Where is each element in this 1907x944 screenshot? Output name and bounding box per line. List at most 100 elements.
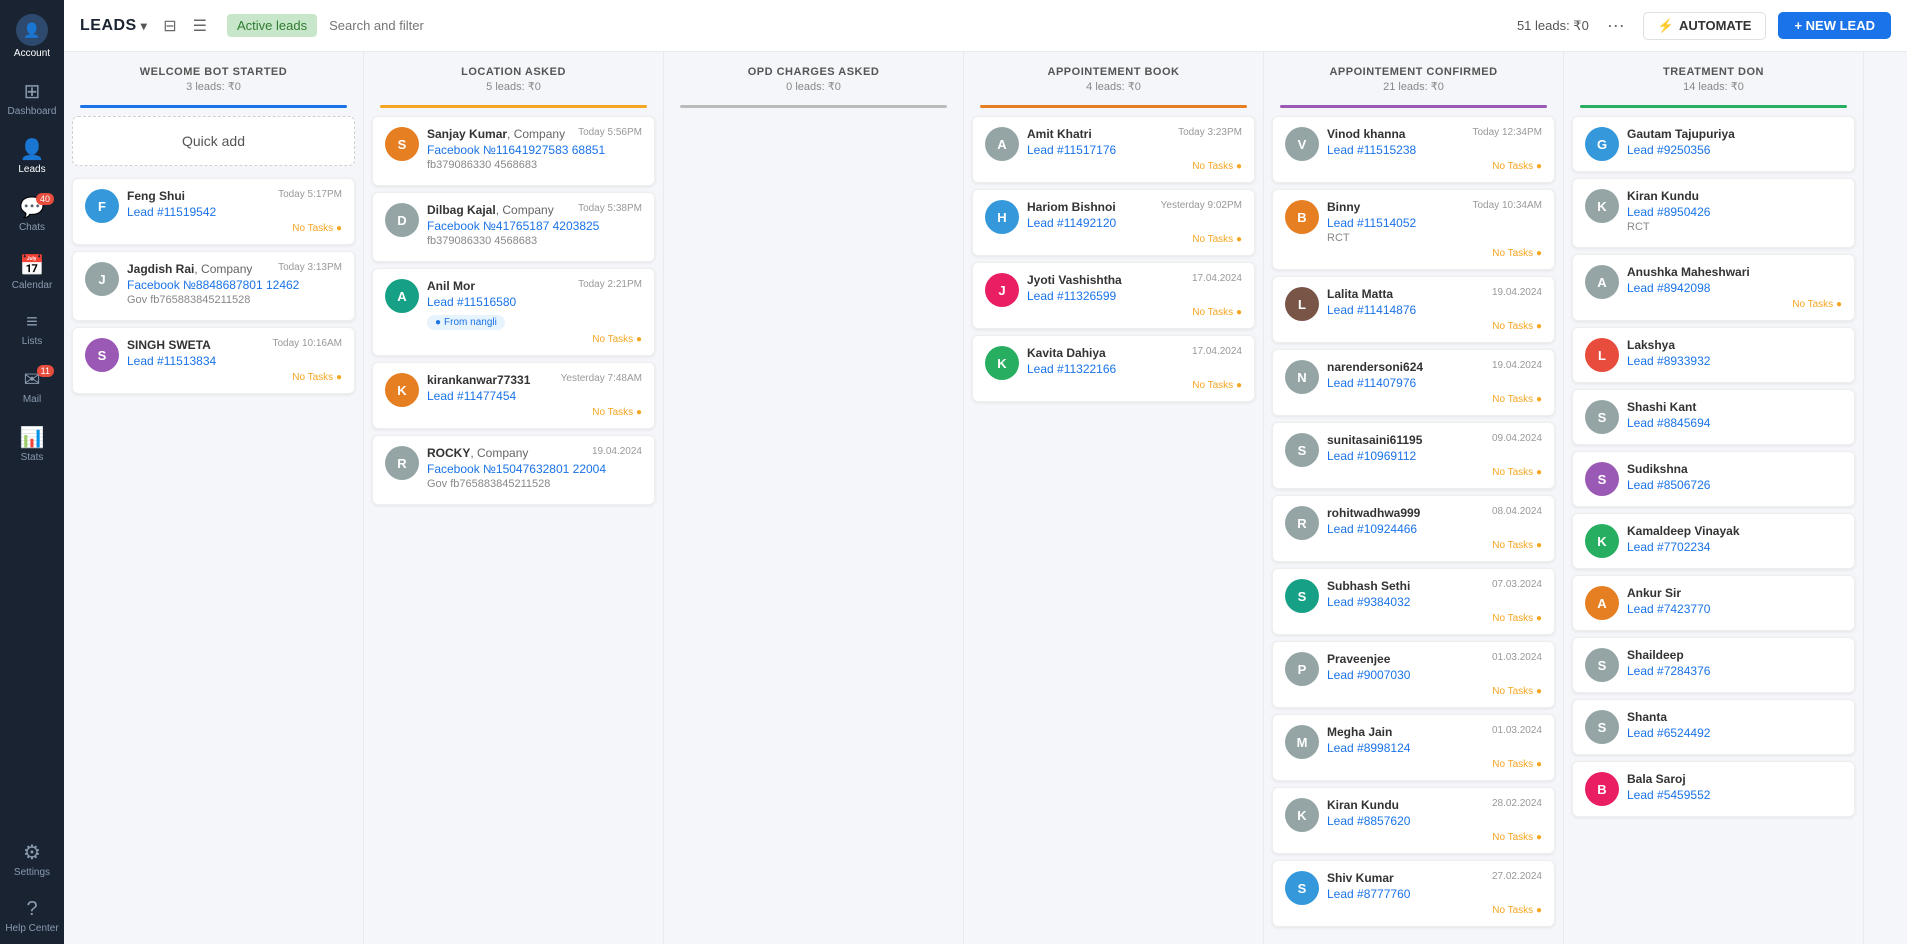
- list-item[interactable]: S Subhash Sethi 07.03.2024 Lead #9384032…: [1272, 568, 1555, 635]
- sidebar-item-chats[interactable]: 💬 40 Chats: [0, 185, 64, 243]
- list-item[interactable]: K Kiran Kundu Lead #8950426 RCT: [1572, 178, 1855, 248]
- card-header: Anil Mor Today 2:21PM: [427, 279, 642, 293]
- list-item[interactable]: S Sudikshna Lead #8506726: [1572, 451, 1855, 507]
- sidebar-label-leads: Leads: [18, 164, 45, 175]
- card-sub: Gov fb765883845211528: [427, 478, 642, 490]
- no-tasks: No Tasks ●: [1192, 161, 1242, 172]
- card-inner: K Kiran Kundu Lead #8950426 RCT: [1585, 189, 1842, 237]
- card-header: SINGH SWETA Today 10:16AM: [127, 338, 342, 352]
- card-time: Today 10:16AM: [273, 338, 343, 349]
- card-lead: Lead #8942098: [1627, 281, 1842, 295]
- list-item[interactable]: A Ankur Sir Lead #7423770: [1572, 575, 1855, 631]
- list-item[interactable]: B Bala Saroj Lead #5459552: [1572, 761, 1855, 817]
- list-item[interactable]: A Amit Khatri Today 3:23PM Lead #1151717…: [972, 116, 1255, 183]
- card-content: Lalita Matta 19.04.2024 Lead #11414876 N…: [1327, 287, 1542, 332]
- list-item[interactable]: L Lalita Matta 19.04.2024 Lead #11414876…: [1272, 276, 1555, 343]
- sidebar-item-calendar[interactable]: 📅 Calendar: [0, 243, 64, 301]
- column-title: TREATMENT DON: [1580, 66, 1847, 78]
- card-inner: A Amit Khatri Today 3:23PM Lead #1151717…: [985, 127, 1242, 172]
- list-item[interactable]: K Kamaldeep Vinayak Lead #7702234: [1572, 513, 1855, 569]
- active-leads-filter-button[interactable]: Active leads: [227, 14, 317, 37]
- list-item[interactable]: V Vinod khanna Today 12:34PM Lead #11515…: [1272, 116, 1555, 183]
- no-tasks: No Tasks ●: [292, 372, 342, 383]
- sidebar-item-dashboard[interactable]: ⊞ Dashboard: [0, 69, 64, 127]
- list-item[interactable]: R rohitwadhwa999 08.04.2024 Lead #109244…: [1272, 495, 1555, 562]
- no-tasks: No Tasks ●: [1492, 613, 1542, 624]
- list-item[interactable]: J Jagdish Rai, Company Today 3:13PM Face…: [72, 251, 355, 321]
- list-item[interactable]: M Megha Jain 01.03.2024 Lead #8998124 No…: [1272, 714, 1555, 781]
- list-item[interactable]: S Sanjay Kumar, Company Today 5:56PM Fac…: [372, 116, 655, 186]
- list-item[interactable]: K kirankanwar77331 Yesterday 7:48AM Lead…: [372, 362, 655, 429]
- list-item[interactable]: A Anil Mor Today 2:21PM Lead #11516580 ●…: [372, 268, 655, 356]
- column-body-treatment-done: G Gautam Tajupuriya Lead #9250356 K: [1564, 108, 1863, 944]
- avatar: V: [1285, 127, 1319, 161]
- list-item[interactable]: A Anushka Maheshwari Lead #8942098 No Ta…: [1572, 254, 1855, 321]
- card-name: Jagdish Rai, Company: [127, 262, 252, 276]
- card-tag: ●From nangli: [427, 315, 505, 330]
- column-body-opd-charges: [664, 108, 963, 944]
- list-item[interactable]: S Shanta Lead #6524492: [1572, 699, 1855, 755]
- new-lead-button[interactable]: + NEW LEAD: [1778, 12, 1891, 39]
- card-time: Yesterday 7:48AM: [561, 373, 642, 384]
- list-item[interactable]: G Gautam Tajupuriya Lead #9250356: [1572, 116, 1855, 172]
- sidebar-label-stats: Stats: [21, 452, 44, 463]
- list-item[interactable]: S Shashi Kant Lead #8845694: [1572, 389, 1855, 445]
- card-time: 28.02.2024: [1492, 798, 1542, 809]
- card-name: Shashi Kant: [1627, 400, 1696, 414]
- sidebar-item-leads[interactable]: 👤 Leads: [0, 127, 64, 185]
- avatar: S: [1285, 433, 1319, 467]
- avatar: K: [985, 346, 1019, 380]
- quick-add-card[interactable]: Quick add: [72, 116, 355, 166]
- avatar: J: [985, 273, 1019, 307]
- card-inner: N narendersoni624 19.04.2024 Lead #11407…: [1285, 360, 1542, 405]
- sidebar-item-lists[interactable]: ≡ Lists: [0, 301, 64, 357]
- no-tasks: No Tasks ●: [1192, 380, 1242, 391]
- list-item[interactable]: S sunitasaini61195 09.04.2024 Lead #1096…: [1272, 422, 1555, 489]
- list-item[interactable]: H Hariom Bishnoi Yesterday 9:02PM Lead #…: [972, 189, 1255, 256]
- card-lead: Lead #6524492: [1627, 726, 1842, 740]
- card-name: Binny: [1327, 200, 1360, 214]
- card-inner: S Shashi Kant Lead #8845694: [1585, 400, 1842, 434]
- list-item[interactable]: P Praveenjee 01.03.2024 Lead #9007030 No…: [1272, 641, 1555, 708]
- sidebar-item-stats[interactable]: 📊 Stats: [0, 415, 64, 473]
- list-item[interactable]: K Kavita Dahiya 17.04.2024 Lead #1132216…: [972, 335, 1255, 402]
- menu-view-button[interactable]: ☰: [189, 12, 211, 40]
- list-item[interactable]: L Lakshya Lead #8933932: [1572, 327, 1855, 383]
- list-item[interactable]: N narendersoni624 19.04.2024 Lead #11407…: [1272, 349, 1555, 416]
- list-item[interactable]: R ROCKY, Company 19.04.2024 Facebook №15…: [372, 435, 655, 505]
- sidebar-item-mail[interactable]: ✉ 11 Mail: [0, 357, 64, 415]
- sidebar-item-help[interactable]: ? Help Center: [0, 888, 64, 944]
- list-item[interactable]: F Feng Shui Today 5:17PM Lead #11519542 …: [72, 178, 355, 245]
- more-options-button[interactable]: ···: [1601, 13, 1631, 38]
- card-inner: L Lalita Matta 19.04.2024 Lead #11414876…: [1285, 287, 1542, 332]
- card-name: Shanta: [1627, 710, 1667, 724]
- card-time: Yesterday 9:02PM: [1161, 200, 1242, 211]
- card-content: Jagdish Rai, Company Today 3:13PM Facebo…: [127, 262, 342, 310]
- automate-button[interactable]: ⚡ AUTOMATE: [1643, 12, 1767, 40]
- card-lead: Lead #7423770: [1627, 602, 1842, 616]
- card-content: Megha Jain 01.03.2024 Lead #8998124 No T…: [1327, 725, 1542, 770]
- list-item[interactable]: K Kiran Kundu 28.02.2024 Lead #8857620 N…: [1272, 787, 1555, 854]
- card-time: 19.04.2024: [592, 446, 642, 457]
- list-item[interactable]: D Dilbag Kajal, Company Today 5:38PM Fac…: [372, 192, 655, 262]
- no-tasks: No Tasks ●: [1192, 307, 1242, 318]
- list-item[interactable]: J Jyoti Vashishtha 17.04.2024 Lead #1132…: [972, 262, 1255, 329]
- card-lead: Lead #11516580: [427, 295, 642, 309]
- list-item[interactable]: S SINGH SWETA Today 10:16AM Lead #115138…: [72, 327, 355, 394]
- list-item[interactable]: S Shiv Kumar 27.02.2024 Lead #8777760 No…: [1272, 860, 1555, 927]
- no-tasks: No Tasks ●: [1492, 161, 1542, 172]
- kanban-view-button[interactable]: ⊟: [159, 12, 180, 40]
- list-item[interactable]: B Binny Today 10:34AM Lead #11514052 RCT…: [1272, 189, 1555, 270]
- sidebar-item-settings[interactable]: ⚙ Settings: [0, 830, 64, 888]
- search-input[interactable]: [329, 18, 1505, 33]
- sidebar-item-account[interactable]: 👤 Account: [0, 0, 64, 69]
- card-inner: H Hariom Bishnoi Yesterday 9:02PM Lead #…: [985, 200, 1242, 245]
- card-lead: Lead #8933932: [1627, 354, 1842, 368]
- card-footer: No Tasks ●: [1327, 832, 1542, 843]
- card-sub: fb379086330 4568683: [427, 159, 642, 171]
- list-item[interactable]: S Shaildeep Lead #7284376: [1572, 637, 1855, 693]
- avatar: K: [1285, 798, 1319, 832]
- card-name: Hariom Bishnoi: [1027, 200, 1116, 214]
- card-time: 09.04.2024: [1492, 433, 1542, 444]
- card-content: Lakshya Lead #8933932: [1627, 338, 1842, 372]
